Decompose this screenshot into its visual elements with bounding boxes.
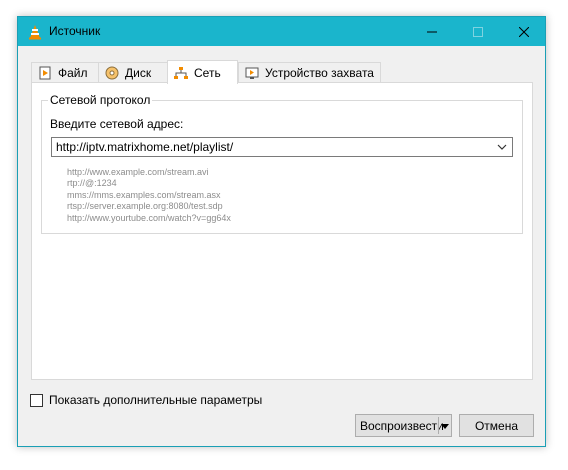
tab-capture-device-label: Устройство захвата bbox=[265, 65, 374, 80]
play-split-divider bbox=[438, 417, 439, 434]
window-title: Источник bbox=[49, 24, 101, 38]
tab-network[interactable]: Сеть bbox=[167, 60, 238, 84]
play-button-label: Воспроизвести bbox=[360, 418, 444, 433]
maximize-button[interactable] bbox=[455, 17, 501, 46]
maximize-icon bbox=[473, 26, 483, 37]
chevron-down-icon[interactable] bbox=[496, 141, 508, 153]
tab-disc[interactable]: Диск bbox=[98, 62, 168, 82]
network-address-combobox[interactable]: http://iptv.matrixhome.net/playlist/ bbox=[51, 137, 513, 157]
show-more-options[interactable]: Показать дополнительные параметры bbox=[30, 393, 262, 407]
disc-icon bbox=[105, 66, 119, 79]
example-line: http://www.yourtube.com/watch?v=gg64x bbox=[67, 212, 231, 223]
file-icon bbox=[39, 66, 51, 79]
tab-file-label: Файл bbox=[58, 65, 88, 80]
cancel-button[interactable]: Отмена bbox=[459, 414, 534, 437]
source-dialog: Источник Файл Диск Сеть Устройство захва… bbox=[17, 16, 546, 447]
cancel-button-label: Отмена bbox=[474, 418, 519, 433]
capture-device-icon bbox=[245, 67, 259, 79]
play-button[interactable]: Воспроизвести bbox=[355, 414, 452, 437]
show-more-options-label[interactable]: Показать дополнительные параметры bbox=[49, 393, 262, 407]
tab-disc-label: Диск bbox=[125, 65, 152, 80]
network-protocol-group: Сетевой протокол Введите сетевой адрес: … bbox=[41, 93, 523, 234]
dropdown-arrow-icon[interactable] bbox=[440, 421, 450, 431]
example-line: http://www.example.com/stream.avi bbox=[67, 167, 209, 177]
show-more-options-checkbox[interactable] bbox=[30, 393, 43, 407]
tab-file[interactable]: Файл bbox=[31, 62, 99, 82]
network-icon bbox=[174, 66, 188, 79]
address-examples: http://www.example.com/stream.avi rtp://… bbox=[67, 167, 231, 224]
network-address-value[interactable]: http://iptv.matrixhome.net/playlist/ bbox=[56, 140, 233, 154]
tab-network-label: Сеть bbox=[194, 65, 221, 80]
close-icon bbox=[519, 26, 529, 37]
address-label: Введите сетевой адрес: bbox=[50, 117, 184, 131]
example-line: rtp://@:1234 bbox=[67, 178, 117, 189]
tab-capture-device[interactable]: Устройство захвата bbox=[238, 62, 381, 82]
example-line: rtsp://server.example.org:8080/test.sdp bbox=[67, 201, 223, 212]
group-title: Сетевой протокол bbox=[48, 93, 153, 107]
title-bar[interactable]: Источник bbox=[18, 17, 545, 46]
network-panel: Сетевой протокол Введите сетевой адрес: … bbox=[31, 82, 533, 380]
vlc-cone-icon bbox=[29, 25, 41, 40]
close-button[interactable] bbox=[501, 17, 547, 46]
minimize-icon bbox=[427, 31, 437, 32]
example-line: mms://mms.examples.com/stream.asx bbox=[67, 189, 221, 200]
minimize-button[interactable] bbox=[409, 17, 455, 46]
